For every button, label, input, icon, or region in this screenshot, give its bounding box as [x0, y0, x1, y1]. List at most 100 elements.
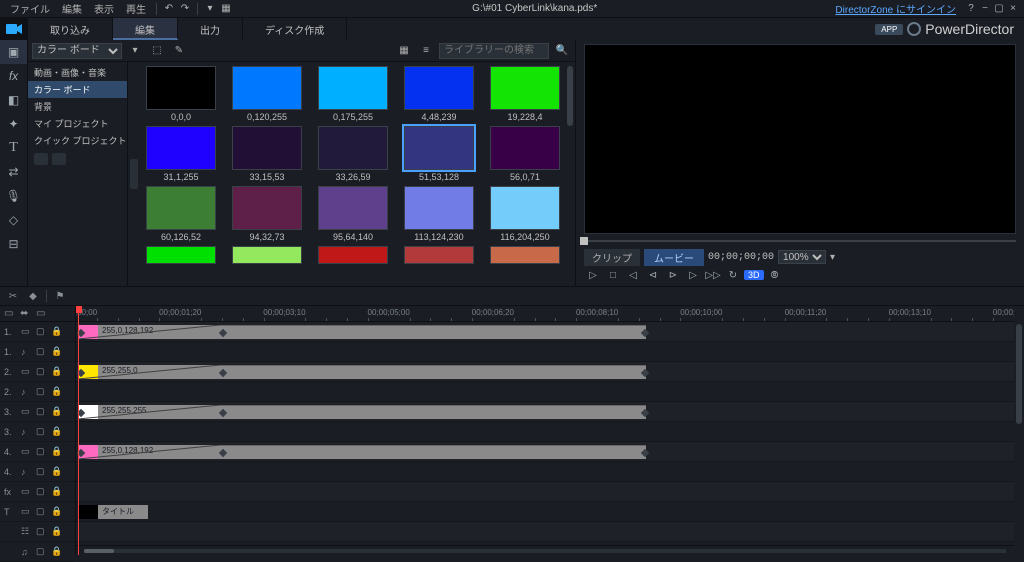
snapshot-icon[interactable]: ⦾: [766, 268, 784, 282]
track-header[interactable]: 3. ▭ ▢ 🔒: [0, 402, 75, 422]
color-swatch[interactable]: 33,26,59: [318, 126, 388, 182]
timeline-clip[interactable]: 255,255,255: [78, 405, 646, 419]
track-header[interactable]: ♫ ▢ 🔒: [0, 542, 75, 562]
tree-grip[interactable]: [128, 62, 140, 286]
color-swatch[interactable]: 113,124,230: [404, 186, 474, 242]
scroll-thumb[interactable]: [567, 66, 573, 126]
track-lane[interactable]: 255,255,0: [76, 362, 1014, 382]
tree-tool-icon[interactable]: [52, 153, 66, 165]
visibility-icon[interactable]: ▢: [36, 326, 48, 337]
track-lane[interactable]: [76, 342, 1014, 362]
tree-colorboard[interactable]: カラー ボード: [28, 81, 127, 98]
step-fwd-icon[interactable]: ⊳: [664, 268, 682, 282]
tree-quickprojects[interactable]: クイック プロジェクト: [28, 132, 127, 149]
track-lane[interactable]: [76, 462, 1014, 482]
track-menu-icon[interactable]: ▭: [4, 308, 16, 320]
timeline-clip[interactable]: 255,0,128,192: [78, 325, 646, 339]
lock-icon[interactable]: 🔒: [51, 366, 63, 377]
fast-fwd-icon[interactable]: ▷▷: [704, 268, 722, 282]
lock-icon[interactable]: 🔒: [51, 406, 63, 417]
menu-view[interactable]: 表示: [88, 0, 120, 18]
visibility-icon[interactable]: ▢: [36, 346, 48, 357]
lock-icon[interactable]: 🔒: [51, 506, 63, 517]
color-swatch[interactable]: [146, 246, 216, 266]
tree-media[interactable]: 動画・画像・音楽: [28, 64, 127, 81]
lock-icon[interactable]: 🔒: [51, 526, 63, 537]
visibility-icon[interactable]: ▢: [36, 546, 48, 557]
track-header[interactable]: 1. ♪ ▢ 🔒: [0, 342, 75, 362]
title-room-icon[interactable]: T: [0, 136, 27, 160]
visibility-icon[interactable]: ▢: [36, 486, 48, 497]
preview-seekbar[interactable]: [584, 234, 1016, 248]
color-swatch[interactable]: 33,15,53: [232, 126, 302, 182]
timeline-clip[interactable]: タイトル: [78, 505, 148, 519]
chevron-left-icon[interactable]: [130, 159, 138, 189]
visibility-icon[interactable]: ▢: [36, 366, 48, 377]
track-link-icon[interactable]: ⬌: [20, 308, 32, 320]
search-input[interactable]: [439, 43, 549, 59]
timeline-vscrollbar[interactable]: [1014, 306, 1024, 555]
track-header[interactable]: 3. ♪ ▢ 🔒: [0, 422, 75, 442]
search-icon[interactable]: 🔍: [553, 45, 571, 56]
lock-icon[interactable]: 🔒: [51, 486, 63, 497]
grid-view-icon[interactable]: ▦: [395, 45, 413, 56]
lock-icon[interactable]: 🔒: [51, 346, 63, 357]
timeline-body[interactable]: 00;00;00;0000;00;01;2000;00;03;1000;00;0…: [76, 306, 1014, 555]
color-swatch[interactable]: 95,64,140: [318, 186, 388, 242]
timeline-clip[interactable]: 255,0,128,192: [78, 445, 646, 459]
color-swatch[interactable]: 19,228,4: [490, 66, 560, 122]
library-category-select[interactable]: カラー ボード: [32, 43, 122, 59]
3d-toggle[interactable]: 3D: [744, 270, 764, 280]
track-lane[interactable]: [76, 382, 1014, 402]
prev-icon[interactable]: ◁: [624, 268, 642, 282]
chevron-down-icon[interactable]: ▾: [126, 45, 144, 56]
track-header[interactable]: T ▭ ▢ 🔒: [0, 502, 75, 522]
visibility-icon[interactable]: ▢: [36, 446, 48, 457]
marker-icon[interactable]: ⚑: [53, 289, 67, 303]
seek-knob[interactable]: [580, 237, 588, 245]
mode-select[interactable]: ムービー: [644, 249, 704, 266]
signin-link[interactable]: DirectorZone にサインイン: [835, 1, 956, 16]
menu-edit[interactable]: 編集: [56, 0, 88, 18]
track-lane[interactable]: [76, 482, 1014, 502]
color-swatch[interactable]: 0,120,255: [232, 66, 302, 122]
color-swatch[interactable]: 116,204,250: [490, 186, 560, 242]
keyframe-icon[interactable]: ◆: [26, 289, 40, 303]
visibility-icon[interactable]: ▢: [36, 406, 48, 417]
maximize-icon[interactable]: ▢: [992, 3, 1006, 14]
menu-play[interactable]: 再生: [120, 0, 152, 18]
scroll-thumb[interactable]: [1016, 324, 1022, 424]
track-header[interactable]: 2. ▭ ▢ 🔒: [0, 362, 75, 382]
cut-icon[interactable]: ✂: [6, 289, 20, 303]
color-swatch[interactable]: 0,175,255: [318, 66, 388, 122]
color-swatch[interactable]: 0,0,0: [146, 66, 216, 122]
close-icon[interactable]: ×: [1006, 3, 1020, 14]
track-header[interactable]: 2. ♪ ▢ 🔒: [0, 382, 75, 402]
play-icon[interactable]: ▷: [584, 268, 602, 282]
transition-room-icon[interactable]: ⇄: [0, 160, 27, 184]
tab-capture[interactable]: 取り込み: [28, 18, 113, 40]
undo-icon[interactable]: ↶: [161, 2, 177, 16]
zoom-select[interactable]: 100%: [778, 250, 826, 264]
tree-tool-icon[interactable]: [34, 153, 48, 165]
preview-screen[interactable]: [584, 44, 1016, 234]
chapter-room-icon[interactable]: ◇: [0, 208, 27, 232]
track-header[interactable]: 4. ▭ ▢ 🔒: [0, 442, 75, 462]
color-swatch[interactable]: 94,32,73: [232, 186, 302, 242]
timeline-zoom-bar[interactable]: [76, 545, 1014, 555]
track-header[interactable]: ☷ ▢ 🔒: [0, 522, 75, 542]
visibility-icon[interactable]: ▢: [36, 506, 48, 517]
help-icon[interactable]: ?: [964, 3, 978, 14]
step-back-icon[interactable]: ⊲: [644, 268, 662, 282]
tab-produce[interactable]: 出力: [178, 18, 243, 40]
color-swatch[interactable]: [404, 246, 474, 266]
color-swatch[interactable]: 4,48,239: [404, 66, 474, 122]
track-lane[interactable]: タイトル: [76, 502, 1014, 522]
color-swatch[interactable]: 60,126,52: [146, 186, 216, 242]
dropdown-icon[interactable]: ▾: [202, 2, 218, 16]
color-swatch[interactable]: 51,53,128: [404, 126, 474, 182]
color-swatch[interactable]: 56,0,71: [490, 126, 560, 182]
stop-icon[interactable]: □: [604, 268, 622, 282]
time-ruler[interactable]: 00;00;00;0000;00;01;2000;00;03;1000;00;0…: [76, 306, 1014, 322]
redo-icon[interactable]: ↷: [177, 2, 193, 16]
